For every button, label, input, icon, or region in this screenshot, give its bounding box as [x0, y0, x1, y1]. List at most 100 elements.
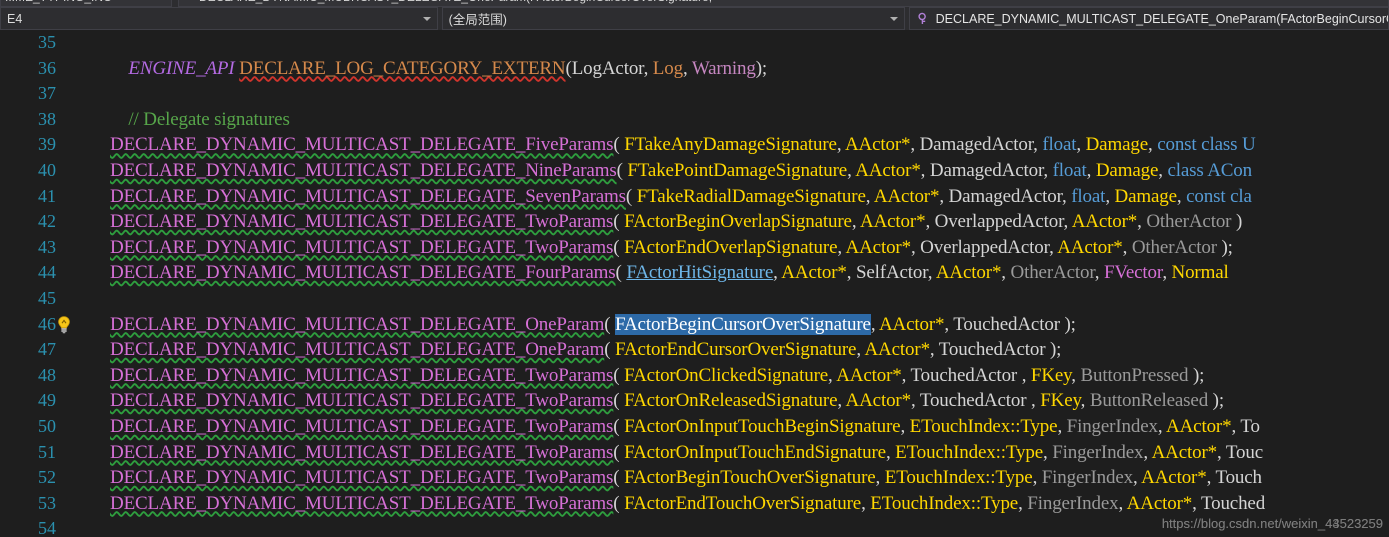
current-symbol-breadcrumb[interactable]: DECLARE_DYNAMIC_MULTICAST_DELEGATE_OnePa… — [908, 7, 1389, 30]
code-line[interactable]: 53 DECLARE_DYNAMIC_MULTICAST_DELEGATE_Two… — [0, 491, 1389, 517]
code-token: , — [1132, 467, 1142, 489]
code-token: ButtonPressed — [1080, 364, 1189, 386]
code-line-text[interactable]: DECLARE_DYNAMIC_MULTICAST_DELEGATE_TwoPa… — [110, 440, 1263, 466]
code-line[interactable]: 49 DECLARE_DYNAMIC_MULTICAST_DELEGATE_Two… — [0, 388, 1389, 414]
current-symbol-label: DECLARE_DYNAMIC_MULTICAST_DELEGATE_OnePa… — [935, 11, 1389, 26]
line-number: 45 — [38, 287, 56, 308]
code-line[interactable]: 41 DECLARE_DYNAMIC_MULTICAST_DELEGATE_Sev… — [0, 184, 1389, 210]
code-token: Touch — [1215, 467, 1262, 489]
code-line-text[interactable]: DECLARE_DYNAMIC_MULTICAST_DELEGATE_FourP… — [110, 260, 1229, 286]
code-line[interactable]: 39 DECLARE_DYNAMIC_MULTICAST_DELEGATE_Fiv… — [0, 132, 1389, 158]
member-dropdown[interactable]: (全局范围) — [441, 7, 905, 30]
code-token: TouchedActor — [938, 339, 1046, 361]
code-token: DECLARE_DYNAMIC_MULTICAST_DELEGATE_OnePa… — [110, 339, 605, 361]
code-token: FActorOnReleasedSignature — [624, 390, 838, 412]
code-editor[interactable]: 35 36 ENGINE_API DECLARE_LOG_CATEGORY_EXT… — [0, 30, 1389, 537]
code-token: ETouchIndex::Type — [884, 467, 1033, 489]
code-line[interactable]: 38 // Delegate signatures — [0, 107, 1389, 133]
code-line[interactable]: 54 — [0, 516, 1389, 537]
code-token: , — [1105, 185, 1115, 207]
code-token: , — [1143, 441, 1152, 463]
code-token: AActor* — [878, 313, 945, 335]
code-token: , — [1026, 390, 1041, 412]
line-number: 51 — [38, 441, 56, 462]
line-number: 36 — [38, 57, 56, 78]
code-token: , — [1017, 364, 1031, 386]
code-line[interactable]: 40 DECLARE_DYNAMIC_MULTICAST_DELEGATE_Nin… — [0, 158, 1389, 184]
code-token: FActorHitSignature — [626, 262, 774, 284]
code-token: ); — [1059, 313, 1076, 335]
code-token: ( — [604, 339, 615, 361]
code-token: , — [1094, 262, 1104, 284]
code-line-text[interactable]: DECLARE_DYNAMIC_MULTICAST_DELEGATE_TwoPa… — [110, 491, 1265, 517]
line-number: 50 — [38, 415, 56, 436]
code-line[interactable]: 42 DECLARE_DYNAMIC_MULTICAST_DELEGATE_Two… — [0, 209, 1389, 235]
line-number: 35 — [38, 32, 56, 52]
line-number: 48 — [38, 364, 56, 385]
code-line[interactable]: 43 DECLARE_DYNAMIC_MULTICAST_DELEGATE_Two… — [0, 235, 1389, 261]
code-line-text[interactable]: DECLARE_DYNAMIC_MULTICAST_DELEGATE_TwoPa… — [110, 209, 1242, 235]
code-token: FingerIndex — [1052, 441, 1144, 463]
code-token: DECLARE_DYNAMIC_MULTICAST_DELEGATE_FiveP… — [110, 134, 614, 156]
code-token: TouchedActor — [953, 313, 1060, 335]
code-line-text[interactable]: DECLARE_DYNAMIC_MULTICAST_DELEGATE_OnePa… — [110, 337, 1061, 363]
code-line[interactable]: 47 DECLARE_DYNAMIC_MULTICAST_DELEGATE_One… — [0, 337, 1389, 363]
code-line-text[interactable]: DECLARE_DYNAMIC_MULTICAST_DELEGATE_TwoPa… — [110, 363, 1204, 389]
lightbulb-icon[interactable] — [54, 315, 74, 335]
code-token: // Delegate signatures — [128, 108, 290, 130]
code-line[interactable]: 35 — [0, 30, 1389, 56]
code-token: const class U — [1157, 134, 1256, 156]
code-line-text[interactable]: DECLARE_DYNAMIC_MULTICAST_DELEGATE_FiveP… — [110, 132, 1256, 158]
code-line[interactable]: 36 ENGINE_API DECLARE_LOG_CATEGORY_EXTER… — [0, 56, 1389, 82]
code-token: , — [900, 415, 910, 437]
code-line-text[interactable]: DECLARE_DYNAMIC_MULTICAST_DELEGATE_TwoPa… — [110, 414, 1260, 440]
code-line-text[interactable]: // Delegate signatures — [110, 107, 290, 133]
code-line[interactable]: 46 DECLARE_DYNAMIC_MULTICAST_DELEGATE_One… — [0, 312, 1389, 338]
code-token: DECLARE_DYNAMIC_MULTICAST_DELEGATE_TwoPa… — [110, 415, 614, 437]
code-token: FingerIndex — [1066, 415, 1158, 437]
code-token: DECLARE_DYNAMIC_MULTICAST_DELEGATE_NineP… — [110, 159, 617, 181]
code-line[interactable]: 48 DECLARE_DYNAMIC_MULTICAST_DELEGATE_Two… — [0, 363, 1389, 389]
code-token: , — [847, 159, 856, 181]
code-line[interactable]: 51 DECLARE_DYNAMIC_MULTICAST_DELEGATE_Two… — [0, 440, 1389, 466]
code-token: ButtonReleased — [1089, 390, 1209, 412]
upper-left-combo[interactable]: ...ME_TYPING_INC — [0, 0, 172, 7]
code-token: ( — [613, 364, 625, 386]
code-token: , — [1001, 262, 1011, 284]
code-token: DECLARE_LOG_CATEGORY_EXTERN — [239, 57, 566, 79]
method-icon — [916, 12, 930, 26]
code-line[interactable]: 44 DECLARE_DYNAMIC_MULTICAST_DELEGATE_Fou… — [0, 260, 1389, 286]
code-surface[interactable]: 35 36 ENGINE_API DECLARE_LOG_CATEGORY_EXT… — [0, 30, 1389, 537]
line-number: 44 — [38, 262, 56, 283]
code-token: AActor* — [1071, 211, 1138, 233]
code-line-text[interactable]: DECLARE_DYNAMIC_MULTICAST_DELEGATE_TwoPa… — [110, 235, 1233, 261]
code-line-text[interactable]: ENGINE_API DECLARE_LOG_CATEGORY_EXTERN(L… — [110, 56, 767, 82]
code-token: FActorOnInputTouchBeginSignature — [624, 415, 901, 437]
scope-dropdown[interactable]: E4 — [0, 7, 438, 30]
code-token: , — [920, 159, 930, 181]
code-token: , — [1062, 185, 1072, 207]
code-line-text[interactable]: DECLARE_DYNAMIC_MULTICAST_DELEGATE_TwoPa… — [110, 465, 1262, 491]
code-token: ( — [604, 313, 615, 335]
code-line[interactable]: 50 DECLARE_DYNAMIC_MULTICAST_DELEGATE_Two… — [0, 414, 1389, 440]
code-line-text[interactable]: DECLARE_DYNAMIC_MULTICAST_DELEGATE_TwoPa… — [110, 388, 1224, 414]
code-token: FActorOnClickedSignature — [624, 364, 829, 386]
code-token: ( — [613, 134, 625, 156]
code-line[interactable]: 45 — [0, 286, 1389, 312]
code-line-text[interactable]: DECLARE_DYNAMIC_MULTICAST_DELEGATE_OnePa… — [110, 312, 1076, 338]
code-token: float — [1052, 159, 1087, 181]
code-token: AActor* — [1141, 467, 1207, 489]
code-token: ( — [625, 185, 637, 207]
code-line[interactable]: 52 DECLARE_DYNAMIC_MULTICAST_DELEGATE_Two… — [0, 465, 1389, 491]
code-token: TouchedActor — [919, 390, 1027, 412]
code-token: , — [682, 57, 692, 79]
code-line-text[interactable]: DECLARE_DYNAMIC_MULTICAST_DELEGATE_Seven… — [110, 184, 1252, 210]
code-token: , — [1162, 262, 1172, 284]
code-token: , — [1231, 415, 1241, 437]
line-number: 49 — [38, 390, 56, 411]
upper-right-combo[interactable]: DECLARE_DYNAMIC_MULTICAST_DELEGATE_OnePa… — [178, 0, 1389, 7]
code-token: , — [1063, 211, 1072, 233]
code-line-text[interactable]: DECLARE_DYNAMIC_MULTICAST_DELEGATE_NineP… — [110, 158, 1252, 184]
code-line[interactable]: 37 — [0, 81, 1389, 107]
